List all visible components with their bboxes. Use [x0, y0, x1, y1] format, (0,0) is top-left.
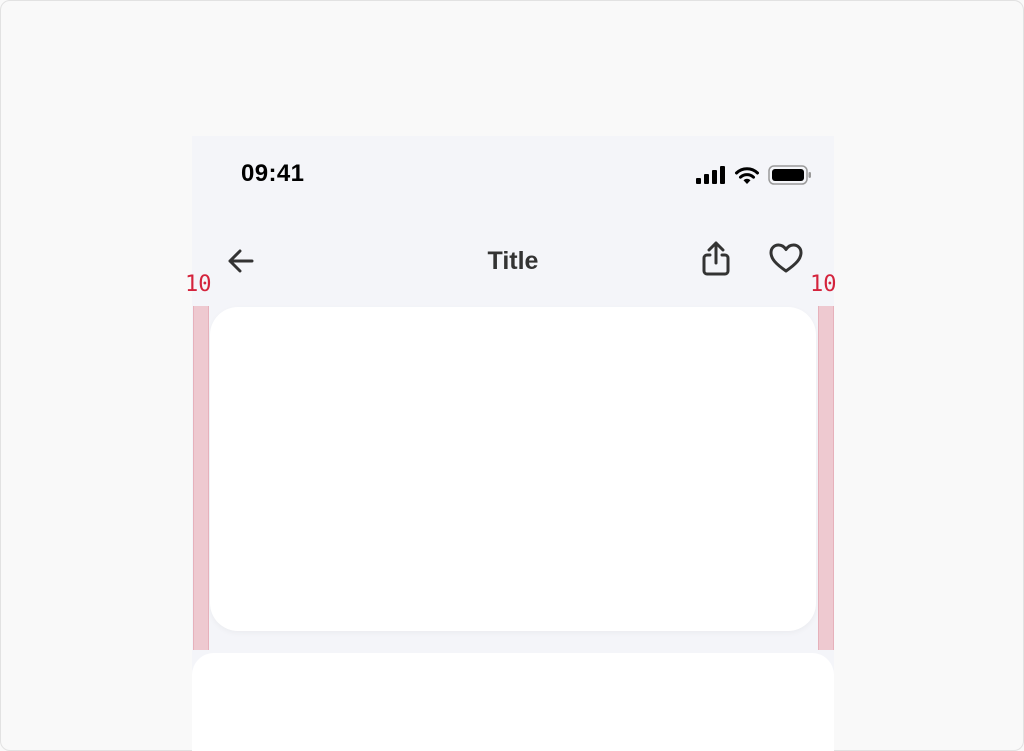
- spacing-guide-right: [818, 306, 834, 650]
- share-icon[interactable]: [696, 239, 736, 279]
- status-bar: 09:41: [192, 136, 834, 216]
- heart-icon[interactable]: [766, 239, 806, 279]
- spacing-label-left: 10: [185, 272, 212, 297]
- navigation-bar: Title: [192, 231, 834, 291]
- status-icons: [696, 164, 812, 186]
- status-time: 09:41: [241, 160, 305, 187]
- wifi-icon: [734, 165, 760, 185]
- phone-screen: 09:41 Title: [192, 136, 834, 751]
- battery-icon: [768, 164, 812, 186]
- spacing-label-right: 10: [810, 272, 837, 297]
- cellular-signal-icon: [696, 166, 726, 184]
- content-card-secondary: [192, 653, 834, 751]
- page-title: Title: [487, 247, 539, 275]
- spacing-guide-left: [193, 306, 209, 650]
- content-card: [210, 307, 816, 631]
